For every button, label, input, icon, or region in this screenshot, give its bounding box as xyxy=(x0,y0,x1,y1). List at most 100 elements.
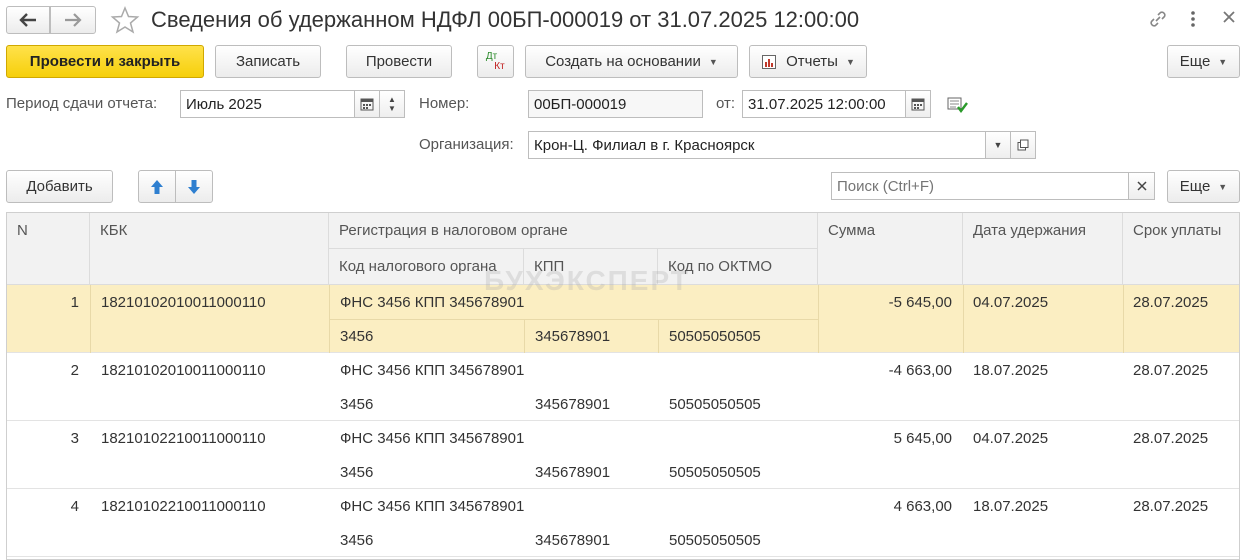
arrow-up-icon xyxy=(151,179,163,194)
forward-button[interactable] xyxy=(50,6,96,34)
column-header-kbk[interactable]: КБК xyxy=(90,213,329,285)
clear-search-button[interactable] xyxy=(1128,172,1155,200)
cell-date-withheld: 18.07.2025 xyxy=(973,362,1049,379)
more-vertical-icon[interactable] xyxy=(1188,10,1198,30)
cell-tax-code: 3456 xyxy=(340,396,374,413)
star-icon[interactable] xyxy=(110,5,142,35)
cell-registration: ФНС 3456 КПП 345678901 xyxy=(340,362,525,379)
close-icon xyxy=(1136,181,1147,191)
cell-sum: -5 645,00 xyxy=(888,294,952,311)
table-more-label: Еще xyxy=(1179,178,1211,195)
cell-due-date: 28.07.2025 xyxy=(1133,294,1209,311)
cell-tax-code: 3456 xyxy=(340,328,374,345)
date-label: от: xyxy=(716,95,736,112)
close-icon[interactable] xyxy=(1222,10,1238,28)
cell-sum: 5 645,00 xyxy=(893,430,952,447)
add-button[interactable]: Добавить xyxy=(6,170,113,203)
chevron-down-icon: ▼ xyxy=(1218,181,1228,192)
chevron-down-icon: ▼ xyxy=(388,104,396,113)
period-spinner[interactable]: ▲ ▼ xyxy=(379,90,405,118)
post-button[interactable]: Провести xyxy=(346,45,452,78)
page-title: Сведения об удержанном НДФЛ 00БП-000019 … xyxy=(151,7,860,32)
post-and-close-button[interactable]: Провести и закрыть xyxy=(6,45,204,78)
open-icon xyxy=(1017,139,1029,151)
calendar-icon xyxy=(360,98,374,111)
reports-label: Отчеты xyxy=(786,53,838,70)
cell-due-date: 28.07.2025 xyxy=(1133,498,1209,515)
create-based-on-button[interactable]: Создать на основании ▼ xyxy=(525,45,738,78)
cell-sum: 4 663,00 xyxy=(893,498,952,515)
cell-kpp: 345678901 xyxy=(535,464,611,481)
cell-kbk: 18210102210011000110 xyxy=(101,498,266,515)
date-calendar-button[interactable] xyxy=(905,90,931,118)
period-field[interactable]: Июль 2025 xyxy=(180,90,355,118)
cell-sum: -4 663,00 xyxy=(888,362,952,379)
reports-button[interactable]: Отчеты ▼ xyxy=(749,45,867,78)
column-header-n[interactable]: N xyxy=(7,213,90,285)
cell-n: 1 xyxy=(70,294,79,311)
cell-due-date: 28.07.2025 xyxy=(1133,430,1209,447)
save-button[interactable]: Записать xyxy=(215,45,321,78)
column-header-sum[interactable]: Сумма xyxy=(818,213,963,285)
cell-divider xyxy=(90,285,91,353)
cell-n: 2 xyxy=(70,362,79,379)
cell-kpp: 345678901 xyxy=(535,396,611,413)
more-button[interactable]: Еще ▼ xyxy=(1167,45,1240,78)
arrow-right-icon xyxy=(65,13,82,27)
dt-label: Дт xyxy=(485,50,498,62)
cell-kbk: 18210102210011000110 xyxy=(101,430,266,447)
cell-n: 3 xyxy=(70,430,79,447)
chevron-down-icon: ▼ xyxy=(1218,56,1228,67)
arrow-left-icon xyxy=(19,13,36,27)
period-label: Период сдачи отчета: xyxy=(6,95,158,112)
cell-registration: ФНС 3456 КПП 345678901 xyxy=(340,430,525,447)
cell-kbk: 18210102010011000110 xyxy=(101,362,266,379)
date-field[interactable]: 31.07.2025 12:00:00 xyxy=(742,90,906,118)
document-status-icon[interactable] xyxy=(947,95,969,115)
cell-divider xyxy=(524,319,525,353)
organization-dropdown-button[interactable]: ▼ xyxy=(985,131,1011,159)
cell-registration: ФНС 3456 КПП 345678901 xyxy=(340,498,525,515)
number-field[interactable]: 00БП-000019 xyxy=(528,90,703,118)
table-more-button[interactable]: Еще ▼ xyxy=(1167,170,1240,203)
chevron-up-icon: ▲ xyxy=(388,95,396,104)
column-header-date-withheld[interactable]: Дата удержания xyxy=(963,213,1123,285)
search-input[interactable] xyxy=(831,172,1129,200)
create-based-on-label: Создать на основании xyxy=(545,53,701,70)
watermark: БУХЭКСПЕРТ xyxy=(484,265,690,296)
chevron-down-icon: ▼ xyxy=(708,56,718,67)
back-button[interactable] xyxy=(6,6,50,34)
number-label: Номер: xyxy=(419,95,470,112)
move-down-button[interactable] xyxy=(175,170,213,203)
cell-oktmo: 50505050505 xyxy=(669,396,761,413)
cell-divider xyxy=(963,285,964,353)
cell-date-withheld: 04.07.2025 xyxy=(973,294,1049,311)
cell-tax-code: 3456 xyxy=(340,464,374,481)
cell-n: 4 xyxy=(70,498,79,515)
cell-oktmo: 50505050505 xyxy=(669,464,761,481)
cell-kpp: 345678901 xyxy=(535,532,611,549)
cell-divider xyxy=(329,319,818,320)
organization-open-button[interactable] xyxy=(1010,131,1036,159)
organization-field[interactable]: Крон-Ц. Филиал в г. Красноярск xyxy=(528,131,986,159)
calendar-button[interactable] xyxy=(354,90,380,118)
kt-label: Кт xyxy=(494,60,505,72)
report-icon xyxy=(762,54,777,69)
cell-tax-code: 3456 xyxy=(340,532,374,549)
cell-oktmo: 50505050505 xyxy=(669,532,761,549)
cell-date-withheld: 04.07.2025 xyxy=(973,430,1049,447)
arrow-down-icon xyxy=(188,179,200,194)
column-header-due-date[interactable]: Срок уплаты xyxy=(1123,213,1239,285)
cell-due-date: 28.07.2025 xyxy=(1133,362,1209,379)
cell-divider xyxy=(658,319,659,353)
cell-kbk: 18210102010011000110 xyxy=(101,294,266,311)
cell-kpp: 345678901 xyxy=(535,328,611,345)
move-up-button[interactable] xyxy=(138,170,176,203)
dt-kt-button[interactable]: Дт Кт xyxy=(477,45,514,78)
organization-label: Организация: xyxy=(419,136,514,153)
more-label: Еще xyxy=(1179,53,1211,70)
calendar-icon xyxy=(911,98,925,111)
column-header-registration[interactable]: Регистрация в налоговом органе xyxy=(329,213,818,249)
link-icon[interactable] xyxy=(1147,8,1169,30)
chevron-down-icon: ▼ xyxy=(845,56,855,67)
